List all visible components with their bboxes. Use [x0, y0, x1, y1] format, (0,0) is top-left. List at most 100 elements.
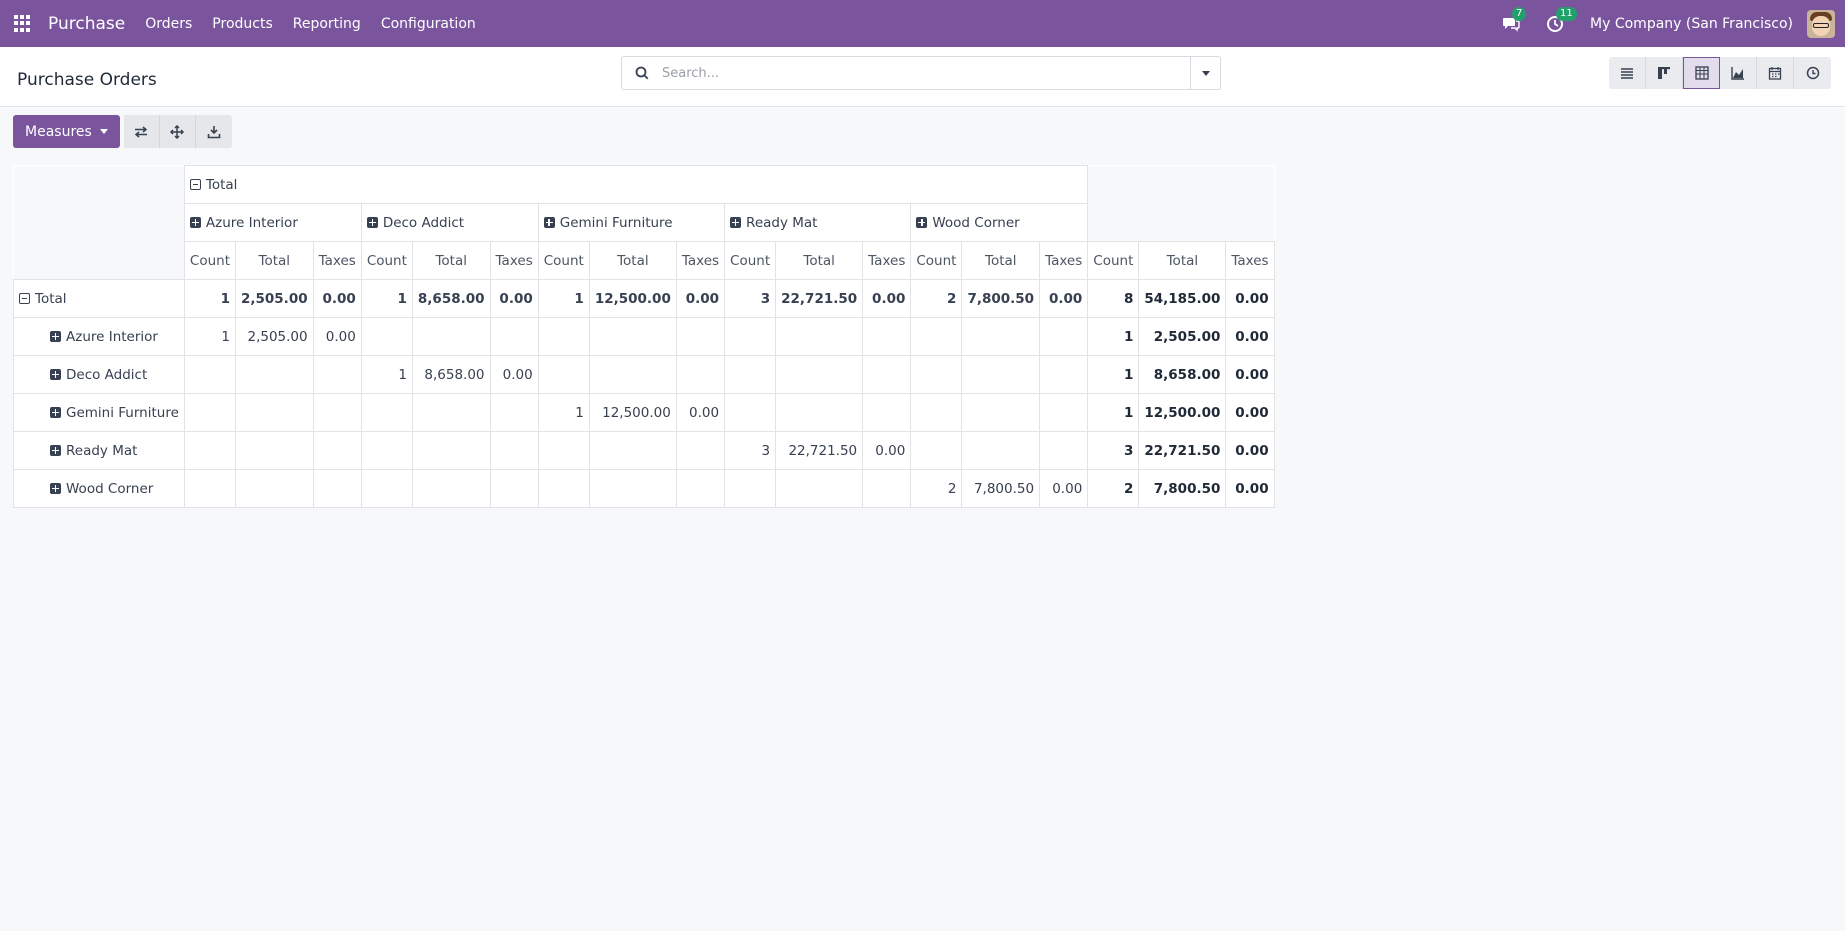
pivot-cell[interactable]: 2,505.00	[234, 317, 314, 356]
pivot-cell[interactable]: 7,800.50	[961, 469, 1041, 508]
user-avatar[interactable]	[1807, 9, 1835, 38]
measure-header[interactable]: Count	[360, 241, 413, 280]
menu-reporting[interactable]: Reporting	[293, 16, 361, 32]
measure-header[interactable]: Taxes	[312, 241, 362, 280]
menu-configuration[interactable]: Configuration	[381, 16, 476, 32]
measure-header[interactable]: Taxes	[675, 241, 726, 280]
pivot-cell[interactable]: 8	[1087, 279, 1140, 318]
measure-header[interactable]: Total	[411, 241, 491, 280]
row-header[interactable]: Wood Corner	[13, 469, 185, 508]
pivot-cell[interactable]: 8,658.00	[411, 279, 491, 318]
pivot-cell[interactable]: 12,500.00	[588, 279, 677, 318]
pivot-view-button[interactable]	[1683, 57, 1720, 89]
pivot-cell[interactable]: 1	[183, 279, 236, 318]
row-header[interactable]: Gemini Furniture	[13, 393, 185, 432]
pivot-cell[interactable]: 8,658.00	[1138, 355, 1227, 394]
pivot-cell[interactable]: 8,658.00	[411, 355, 491, 394]
pivot-cell[interactable]: 3	[724, 279, 777, 318]
measure-header[interactable]: Count	[910, 241, 963, 280]
pivot-cell[interactable]: 2	[1087, 469, 1140, 508]
measure-header[interactable]: Total	[234, 241, 314, 280]
pivot-cell[interactable]: 7,800.50	[961, 279, 1041, 318]
measure-header[interactable]: Taxes	[862, 241, 912, 280]
activity-view-button[interactable]	[1794, 57, 1831, 89]
pivot-cell[interactable]: 1	[1087, 355, 1140, 394]
measure-header[interactable]: Count	[183, 241, 236, 280]
calendar-view-button[interactable]	[1757, 57, 1794, 89]
messages-button[interactable]: 7	[1502, 6, 1527, 33]
pivot-cell[interactable]: 22,721.50	[775, 431, 864, 470]
company-switcher[interactable]: My Company (San Francisco)	[1590, 16, 1793, 32]
col-header-group[interactable]: Azure Interior	[183, 203, 362, 242]
pivot-cell[interactable]: 7,800.50	[1138, 469, 1227, 508]
pivot-cell[interactable]: 0.00	[1225, 355, 1275, 394]
menu-orders[interactable]: Orders	[145, 16, 192, 32]
measure-header[interactable]: Count	[1087, 241, 1140, 280]
pivot-cell[interactable]: 2,505.00	[234, 279, 314, 318]
pivot-cell[interactable]: 0.00	[1225, 469, 1275, 508]
pivot-cell[interactable]: 0.00	[489, 279, 539, 318]
measure-header[interactable]: Total	[588, 241, 677, 280]
pivot-cell[interactable]: 0.00	[312, 317, 362, 356]
col-header-group[interactable]: Gemini Furniture	[537, 203, 726, 242]
pivot-cell[interactable]: 0.00	[489, 355, 539, 394]
pivot-cell[interactable]: 12,500.00	[588, 393, 677, 432]
col-header-group[interactable]: Ready Mat	[724, 203, 912, 242]
pivot-cell[interactable]: 0.00	[862, 431, 912, 470]
pivot-cell[interactable]: 3	[724, 431, 777, 470]
pivot-cell[interactable]: 1	[360, 355, 413, 394]
measure-header[interactable]: Count	[537, 241, 590, 280]
measure-header[interactable]: Total	[775, 241, 864, 280]
pivot-cell[interactable]: 1	[1087, 317, 1140, 356]
row-header[interactable]: Azure Interior	[13, 317, 185, 356]
app-name[interactable]: Purchase	[48, 14, 125, 34]
pivot-cell[interactable]: 0.00	[1225, 393, 1275, 432]
pivot-cell[interactable]: 2	[910, 469, 963, 508]
pivot-cell[interactable]: 3	[1087, 431, 1140, 470]
measure-header[interactable]: Total	[961, 241, 1041, 280]
pivot-cell[interactable]: 1	[360, 279, 413, 318]
pivot-cell[interactable]: 0.00	[312, 279, 362, 318]
measure-header[interactable]: Taxes	[1225, 241, 1275, 280]
pivot-cell[interactable]: 0.00	[675, 393, 726, 432]
col-header-group[interactable]: Deco Addict	[360, 203, 539, 242]
pivot-cell[interactable]: 22,721.50	[1138, 431, 1227, 470]
measures-button[interactable]: Measures	[13, 115, 120, 148]
measure-header[interactable]: Total	[1138, 241, 1227, 280]
pivot-cell[interactable]: 2	[910, 279, 963, 318]
apps-menu-icon[interactable]	[14, 14, 32, 33]
pivot-cell[interactable]: 1	[537, 393, 590, 432]
row-header[interactable]: Total	[13, 279, 185, 318]
menu-products[interactable]: Products	[212, 16, 272, 32]
pivot-cell[interactable]: 0.00	[675, 279, 726, 318]
pivot-cell[interactable]: 22,721.50	[775, 279, 864, 318]
page-title[interactable]: Purchase Orders	[17, 70, 157, 90]
pivot-cell[interactable]: 1	[1087, 393, 1140, 432]
measure-header[interactable]: Taxes	[1039, 241, 1089, 280]
pivot-cell[interactable]: 0.00	[862, 279, 912, 318]
expand-all-button[interactable]	[159, 115, 196, 148]
pivot-cell[interactable]: 0.00	[1225, 431, 1275, 470]
pivot-cell[interactable]: 54,185.00	[1138, 279, 1227, 318]
flip-axis-button[interactable]	[123, 115, 160, 148]
search-options-toggle[interactable]	[1190, 57, 1220, 89]
search-input[interactable]	[662, 65, 1190, 81]
download-button[interactable]	[195, 115, 232, 148]
row-header[interactable]: Ready Mat	[13, 431, 185, 470]
graph-view-button[interactable]	[1720, 57, 1757, 89]
col-header-group[interactable]: Wood Corner	[910, 203, 1089, 242]
pivot-cell[interactable]: 0.00	[1225, 317, 1275, 356]
activities-button[interactable]: 11	[1546, 6, 1577, 33]
pivot-cell[interactable]: 1	[183, 317, 236, 356]
pivot-cell[interactable]: 0.00	[1039, 279, 1089, 318]
measure-header[interactable]: Taxes	[489, 241, 539, 280]
kanban-view-button[interactable]	[1646, 57, 1683, 89]
pivot-cell[interactable]: 1	[537, 279, 590, 318]
col-header-total[interactable]: Total	[183, 165, 1089, 204]
pivot-cell[interactable]: 2,505.00	[1138, 317, 1227, 356]
measure-header[interactable]: Count	[724, 241, 777, 280]
list-view-button[interactable]	[1609, 57, 1646, 89]
pivot-cell[interactable]: 0.00	[1039, 469, 1089, 508]
pivot-cell[interactable]: 0.00	[1225, 279, 1275, 318]
row-header[interactable]: Deco Addict	[13, 355, 185, 394]
